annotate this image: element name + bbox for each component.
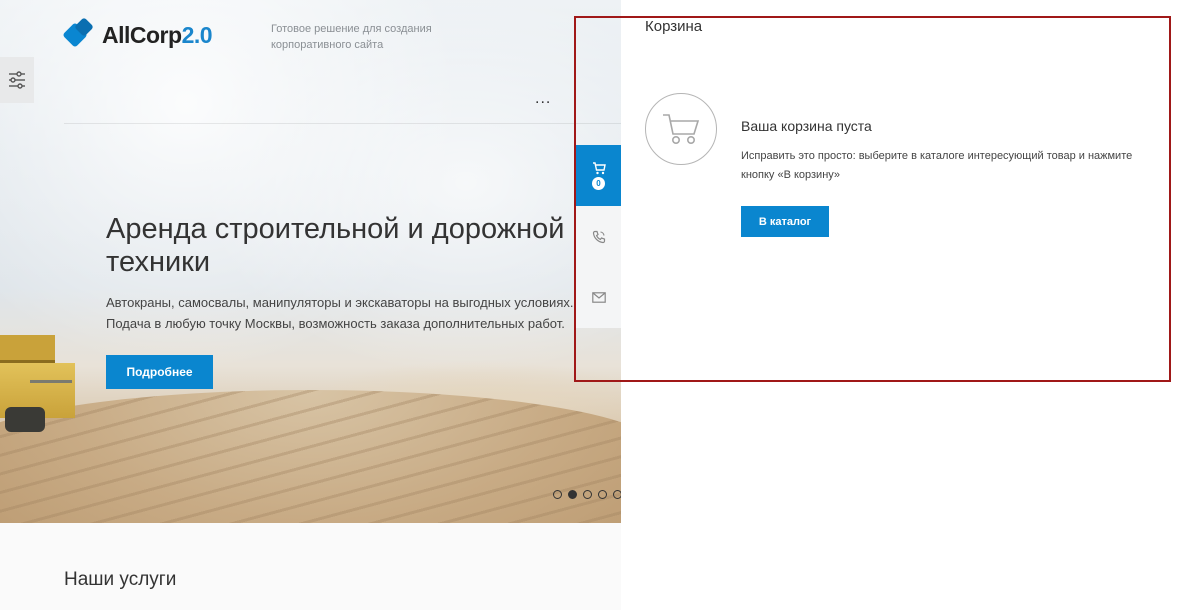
hero-title-line1: Аренда строительной и дорожной [106,213,565,245]
cart-icon [663,114,700,144]
more-menu-button[interactable]: ... [535,90,551,108]
empty-cart-illustration [645,93,717,165]
logo-version: 2.0 [181,21,213,48]
hero-text-line1: Автокраны, самосвалы, манипуляторы и экс… [106,295,574,310]
cart-panel-title: Корзина [645,18,703,35]
tab-mail[interactable] [576,267,621,328]
tab-cart[interactable]: 0 [576,145,621,206]
hero-title: Аренда строительной и дорожной техники [106,213,626,279]
catalog-button[interactable]: В каталог [741,206,829,237]
slider-dot[interactable] [583,490,592,499]
hero-text-line2: Подача в любую точку Москвы, возможность… [106,316,565,331]
slider-dot[interactable] [568,490,577,499]
hero-description: Автокраны, самосвалы, манипуляторы и экс… [106,292,626,334]
phone-icon [592,230,605,243]
cart-icon [592,161,606,174]
settings-button[interactable] [0,57,34,103]
services-section [0,523,621,610]
side-tabs: 0 [576,145,621,328]
tab-phone[interactable] [576,206,621,267]
header-divider [64,123,621,124]
cart-panel [621,0,1180,610]
cart-count-badge: 0 [592,176,605,190]
site-tagline: Готовое решение для создания корпоративн… [271,23,432,51]
hero-ground [0,390,621,523]
slider-dots [553,490,622,499]
page: AllCorp2.0 Готовое решение для создания … [0,0,1180,610]
details-button[interactable]: Подробнее [106,355,213,389]
hero-title-line2: техники [106,246,211,278]
mail-icon [591,292,606,303]
empty-cart-text: Исправить это просто: выберите в каталог… [741,150,1133,181]
logo[interactable]: AllCorp2.0 [62,17,213,52]
dump-truck-image [0,335,78,432]
sliders-icon [9,71,25,89]
empty-cart-title: Ваша корзина пуста [741,118,872,134]
slider-dot[interactable] [553,490,562,499]
logo-name: AllCorp [102,21,182,48]
services-title: Наши услуги [64,569,177,590]
logo-text: AllCorp2.0 [102,21,213,49]
logo-icon [62,17,98,52]
slider-dot[interactable] [598,490,607,499]
